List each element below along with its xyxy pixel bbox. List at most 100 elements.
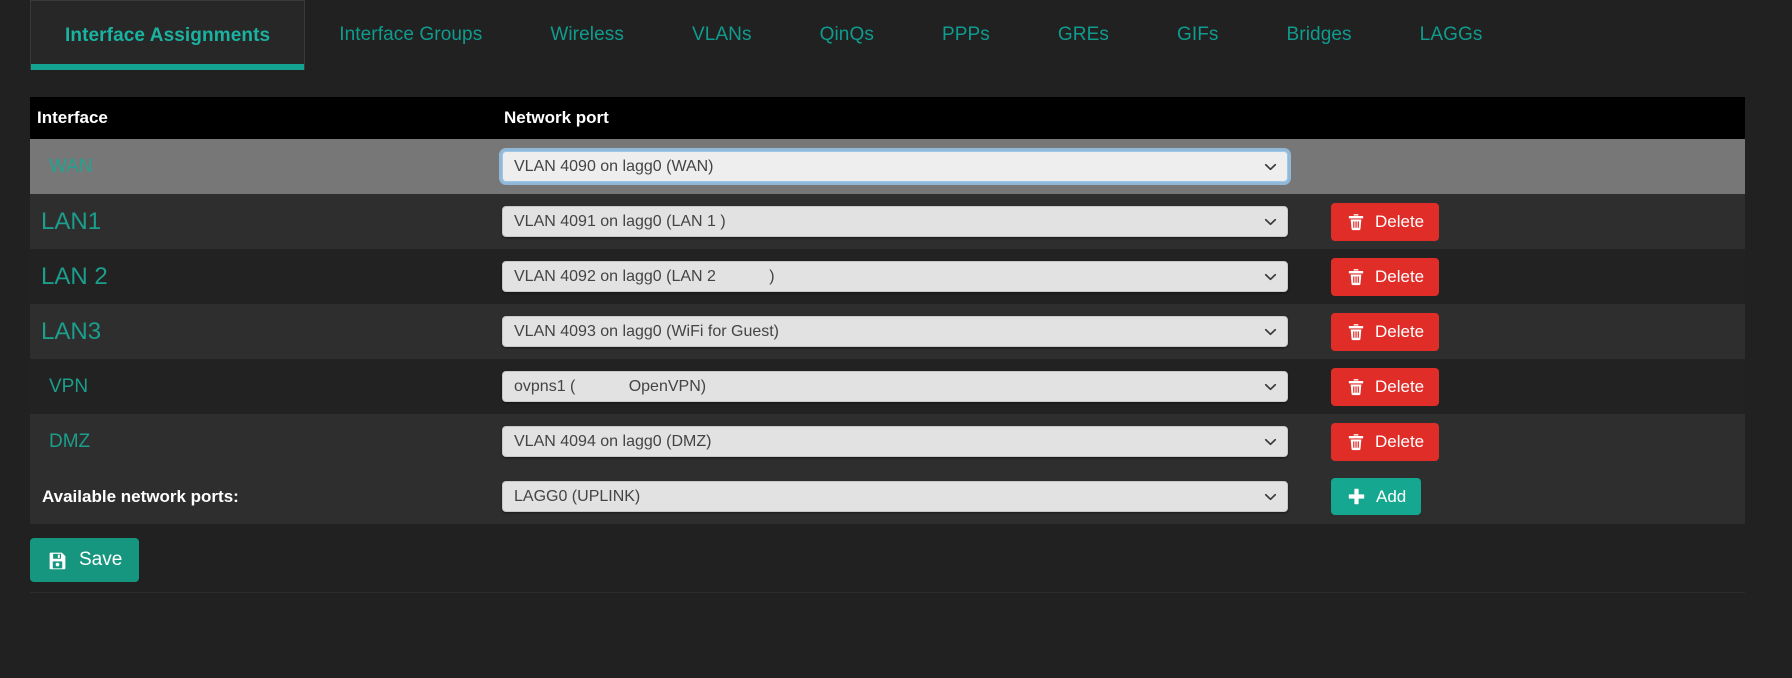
delete-button-label: Delete <box>1375 211 1425 231</box>
header-label-network-port: Network port <box>504 108 609 127</box>
tab-label: VLANs <box>691 24 752 45</box>
network-port-select[interactable]: VLAN 4094 on lagg0 (DMZ) <box>502 426 1288 457</box>
network-port-select-value: ovpns1 ( OpenVPN) <box>514 377 707 395</box>
tab-label: PPPs <box>941 24 990 45</box>
tab-label: Wireless <box>550 24 624 45</box>
cell-interface: LAN 2 <box>30 263 502 290</box>
cell-available-select: LAGG0 (UPLINK) <box>502 481 1312 512</box>
delete-button-label: Delete <box>1375 321 1425 341</box>
tab-interface-assignments[interactable]: Interface Assignments <box>30 0 306 70</box>
available-network-ports-row: Available network ports: LAGG0 (UPLINK) Ad… <box>30 469 1745 524</box>
cell-actions: Delete <box>1312 312 1745 351</box>
delete-button[interactable]: Delete <box>1331 367 1440 406</box>
network-port-select[interactable]: ovpns1 ( OpenVPN) <box>502 371 1288 402</box>
interface-link[interactable]: DMZ <box>37 431 90 452</box>
cell-available-label: Available network ports: <box>30 487 502 507</box>
trash-icon <box>1346 267 1366 287</box>
cell-actions: Delete <box>1312 422 1745 461</box>
save-bar: Save <box>30 527 1745 593</box>
cell-actions: Delete <box>1312 202 1745 241</box>
delete-button[interactable]: Delete <box>1331 422 1440 461</box>
add-button[interactable]: Add <box>1331 478 1422 515</box>
network-port-select[interactable]: VLAN 4092 on lagg0 (LAN 2 ) <box>502 261 1288 292</box>
cell-network-port: ovpns1 ( OpenVPN) <box>502 371 1312 402</box>
table-row: WAN VLAN 4090 on lagg0 (WAN) <box>30 139 1745 194</box>
header-cell-network-port: Network port <box>502 108 1312 128</box>
network-port-select[interactable]: VLAN 4090 on lagg0 (WAN) <box>502 151 1288 182</box>
tab-qinqs[interactable]: QinQs <box>786 0 908 70</box>
bottom-divider <box>30 592 1745 593</box>
network-port-select[interactable]: VLAN 4093 on lagg0 (WiFi for Guest) <box>502 316 1288 347</box>
trash-icon <box>1346 322 1366 342</box>
tab-interface-groups[interactable]: Interface Groups <box>305 0 516 70</box>
tab-bridges[interactable]: Bridges <box>1253 0 1386 70</box>
network-port-select[interactable]: VLAN 4091 on lagg0 (LAN 1 ) <box>502 206 1288 237</box>
interface-link[interactable]: LAN3 <box>37 318 101 345</box>
delete-button[interactable]: Delete <box>1331 312 1440 351</box>
delete-button-label: Delete <box>1375 431 1425 451</box>
network-port-select-value: VLAN 4092 on lagg0 (LAN 2 ) <box>514 267 775 285</box>
network-port-select-value: VLAN 4091 on lagg0 (LAN 1 ) <box>514 212 726 230</box>
table-body: WAN VLAN 4090 on lagg0 (WAN) LAN1 VLAN 4091… <box>30 139 1745 524</box>
tab-label: Interface Groups <box>339 24 483 45</box>
cell-interface: VPN <box>30 377 502 397</box>
add-button-label: Add <box>1376 486 1407 506</box>
cell-interface: LAN3 <box>30 318 502 345</box>
trash-icon <box>1346 432 1366 452</box>
network-port-select-value: VLAN 4090 on lagg0 (WAN) <box>514 157 714 175</box>
delete-button[interactable]: Delete <box>1331 202 1440 241</box>
tab-ppps[interactable]: PPPs <box>908 0 1024 70</box>
chevron-down-icon <box>1264 435 1277 448</box>
cell-actions: Delete <box>1312 367 1745 406</box>
tab-label: Interface Assignments <box>65 24 271 46</box>
chevron-down-icon <box>1264 270 1277 283</box>
table-header-row: Interface Network port <box>30 97 1745 139</box>
cell-network-port: VLAN 4093 on lagg0 (WiFi for Guest) <box>502 316 1312 347</box>
cell-interface: DMZ <box>30 432 502 452</box>
interface-assignments-table: Interface Network port WAN VLAN 4090 on l… <box>30 97 1745 524</box>
delete-button-label: Delete <box>1375 376 1425 396</box>
cell-add-action: Add <box>1312 478 1745 515</box>
network-port-select-value: VLAN 4093 on lagg0 (WiFi for Guest) <box>514 322 780 340</box>
chevron-down-icon <box>1264 325 1277 338</box>
cell-network-port: VLAN 4091 on lagg0 (LAN 1 ) <box>502 206 1312 237</box>
tab-label: LAGGs <box>1419 24 1483 45</box>
table-row: LAN 2 VLAN 4092 on lagg0 (LAN 2 ) Delete <box>30 249 1745 304</box>
tab-wireless[interactable]: Wireless <box>516 0 658 70</box>
table-row: VPN ovpns1 ( OpenVPN) Delete <box>30 359 1745 414</box>
delete-button[interactable]: Delete <box>1331 257 1440 296</box>
tab-gifs[interactable]: GIFs <box>1143 0 1253 70</box>
cell-network-port: VLAN 4090 on lagg0 (WAN) <box>502 151 1312 182</box>
tab-gres[interactable]: GREs <box>1024 0 1143 70</box>
save-button-label: Save <box>79 549 123 570</box>
interface-link[interactable]: VPN <box>37 376 88 397</box>
tab-vlans[interactable]: VLANs <box>658 0 786 70</box>
cell-actions: Delete <box>1312 257 1745 296</box>
network-port-select-value: VLAN 4094 on lagg0 (DMZ) <box>514 432 712 450</box>
interface-link[interactable]: LAN1 <box>37 208 101 235</box>
interface-link[interactable]: WAN <box>37 156 93 177</box>
header-cell-interface: Interface <box>30 108 502 128</box>
tab-laggs[interactable]: LAGGs <box>1386 0 1517 70</box>
available-network-port-select[interactable]: LAGG0 (UPLINK) <box>502 481 1288 512</box>
cell-interface: LAN1 <box>30 208 502 235</box>
save-button[interactable]: Save <box>30 538 140 582</box>
trash-icon <box>1346 212 1366 232</box>
available-network-ports-label: Available network ports: <box>42 486 239 506</box>
tab-label: QinQs <box>819 24 874 45</box>
cell-network-port: VLAN 4094 on lagg0 (DMZ) <box>502 426 1312 457</box>
tab-label: GREs <box>1057 24 1109 45</box>
cell-network-port: VLAN 4092 on lagg0 (LAN 2 ) <box>502 261 1312 292</box>
chevron-down-icon <box>1264 160 1277 173</box>
floppy-disk-icon <box>47 550 68 571</box>
plus-icon <box>1346 486 1367 507</box>
chevron-down-icon <box>1264 215 1277 228</box>
tab-label: Bridges <box>1286 24 1352 45</box>
table-row: DMZ VLAN 4094 on lagg0 (DMZ) Delete <box>30 414 1745 469</box>
available-network-port-select-value: LAGG0 (UPLINK) <box>514 487 641 505</box>
table-row: LAN3 VLAN 4093 on lagg0 (WiFi for Guest) D… <box>30 304 1745 359</box>
interfaces-tabbar: Interface Assignments Interface Groups Wir… <box>0 0 1792 70</box>
chevron-down-icon <box>1264 380 1277 393</box>
interface-link[interactable]: LAN 2 <box>37 263 108 290</box>
trash-icon <box>1346 377 1366 397</box>
